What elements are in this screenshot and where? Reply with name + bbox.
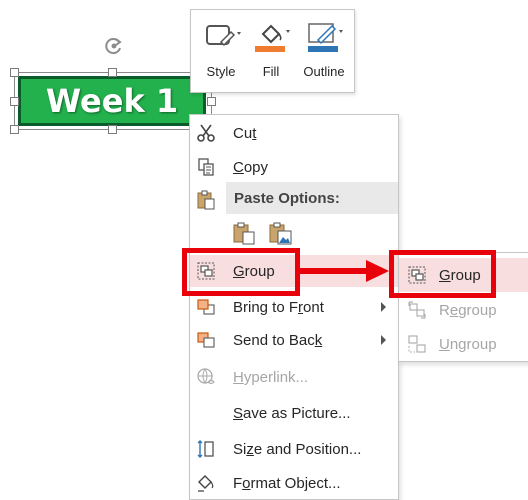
context-menu: Cut Copy Paste Options: Group Bring to F… [189, 114, 399, 500]
hyperlink-globe-icon [197, 368, 215, 385]
menu-item-send-to-back[interactable]: Send to Back [190, 324, 398, 356]
style-shape-icon [206, 25, 241, 47]
resize-handle-w[interactable] [10, 97, 19, 106]
format-object-icon [198, 475, 214, 492]
annotation-box-group [182, 248, 300, 296]
menu-item-format-object[interactable]: Format Object... [190, 467, 398, 499]
selected-shape[interactable]: Week 1 [10, 68, 216, 134]
resize-handle-nw[interactable] [10, 68, 19, 77]
submenu-item-regroup[interactable]: Regroup [399, 293, 528, 327]
scissors-icon [197, 124, 215, 142]
resize-handle-s[interactable] [108, 125, 117, 134]
outline-button[interactable]: Outline [295, 10, 353, 94]
bring-to-front-icon [197, 299, 215, 315]
paste-keep-source-icon[interactable] [232, 221, 256, 245]
fill-label: Fill [262, 64, 280, 79]
week-1-shape[interactable]: Week 1 [18, 76, 206, 126]
ungroup-icon [408, 335, 426, 353]
resize-handle-sw[interactable] [10, 125, 19, 134]
size-position-icon [197, 440, 214, 458]
style-label: Style [206, 64, 236, 79]
mini-toolbar: Style Fill Outline [190, 9, 355, 93]
fill-bucket-icon [255, 24, 290, 52]
menu-item-save-as-picture[interactable]: Save as Picture... [190, 397, 398, 429]
menu-item-size-and-position[interactable]: Size and Position... [190, 433, 398, 465]
resize-handle-n[interactable] [108, 68, 117, 77]
chevron-right-icon [381, 302, 386, 312]
chevron-right-icon [381, 335, 386, 345]
menu-item-hyperlink[interactable]: Hyperlink... [190, 361, 398, 393]
menu-item-copy[interactable]: Copy [190, 151, 398, 183]
outline-pen-icon [308, 23, 343, 52]
style-button[interactable]: Style [195, 10, 247, 94]
send-to-back-icon [197, 332, 215, 348]
rotate-handle-icon[interactable] [104, 36, 124, 56]
copy-icon [198, 158, 214, 176]
regroup-icon [408, 301, 426, 319]
outline-label: Outline [303, 64, 345, 79]
resize-handle-e[interactable] [207, 97, 216, 106]
fill-button[interactable]: Fill [247, 10, 295, 94]
paste-options-header: Paste Options: [226, 182, 398, 214]
clipboard-icon [197, 190, 215, 210]
submenu-item-ungroup[interactable]: Ungroup [399, 327, 528, 361]
paste-as-picture-icon[interactable] [268, 221, 292, 245]
annotation-box-submenu-group [389, 250, 496, 298]
menu-item-cut[interactable]: Cut [190, 117, 398, 149]
